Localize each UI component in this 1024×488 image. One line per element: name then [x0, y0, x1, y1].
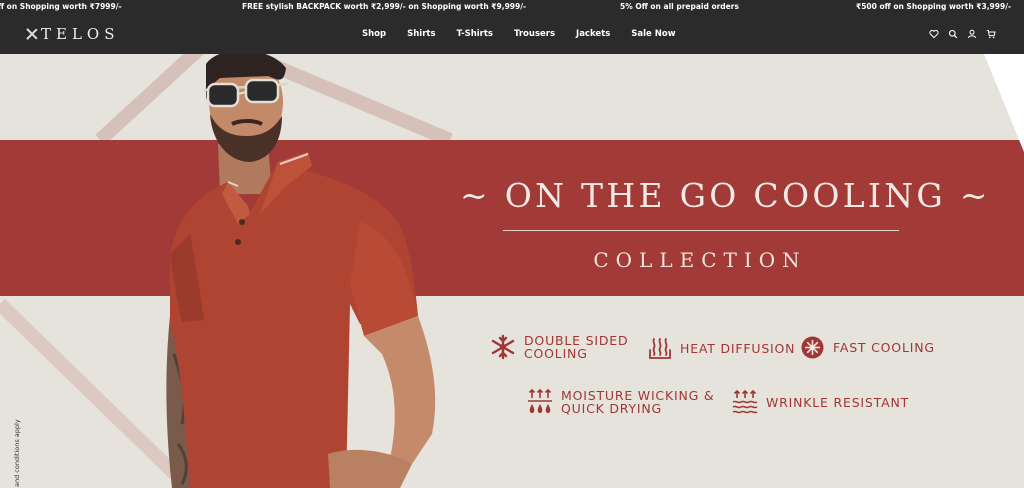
feature-label: HEAT DIFFUSION — [680, 340, 796, 356]
model-photo — [166, 54, 436, 488]
search-icon[interactable] — [948, 29, 958, 39]
heat-icon — [649, 338, 671, 359]
nav-jackets[interactable]: Jackets — [576, 29, 610, 39]
feature-label: DOUBLE SIDED COOLING — [524, 333, 629, 361]
fan-icon — [801, 336, 824, 359]
nav-trousers[interactable]: Trousers — [514, 29, 555, 39]
nav-shop[interactable]: Shop — [362, 29, 386, 39]
nav-shirts[interactable]: Shirts — [407, 29, 435, 39]
user-icon[interactable] — [967, 29, 977, 39]
nav-tshirts[interactable]: T-Shirts — [457, 29, 493, 39]
feature-label: WRINKLE RESISTANT — [766, 394, 910, 410]
promo-band — [0, 140, 1024, 296]
feature-heat-diffusion: HEAT DIFFUSION — [648, 336, 795, 360]
brand-logo[interactable]: TELOS — [26, 25, 120, 43]
feature-fast-cooling: FAST COOLING — [800, 335, 935, 360]
navbar: TELOS Shop Shirts T-Shirts Trousers Jack… — [0, 14, 1024, 54]
nav-icons — [929, 14, 996, 54]
feature-double-sided-cooling: DOUBLE SIDED COOLING — [490, 334, 628, 360]
terms-note: and conditions apply — [10, 419, 24, 488]
hero-subtitle: COLLECTION — [593, 248, 807, 272]
title-divider — [503, 230, 899, 231]
announcement-text: ff on Shopping worth ₹7999/- — [0, 2, 122, 11]
droplets-icon — [528, 388, 552, 413]
announcement-text: ₹500 off on Shopping worth ₹3,999/- — [856, 2, 1012, 11]
hero-banner[interactable]: ~ ON THE GO COOLING ~ COLLECTION DOUBLE … — [0, 54, 1024, 488]
brand-name: TELOS — [41, 25, 120, 43]
cart-icon[interactable] — [986, 29, 996, 39]
feature-label: FAST COOLING — [833, 340, 935, 355]
heart-icon[interactable] — [929, 29, 939, 39]
hero-title: ~ ON THE GO COOLING ~ — [460, 176, 991, 215]
feature-wrinkle-resistant: WRINKLE RESISTANT — [732, 389, 909, 415]
snowflake-icon — [491, 334, 515, 360]
terms-text: and conditions apply — [13, 419, 21, 487]
feature-moisture-wicking: MOISTURE WICKING & QUICK DRYING — [527, 388, 714, 416]
main-nav: Shop Shirts T-Shirts Trousers Jackets Sa… — [362, 14, 697, 54]
nav-sale-now[interactable]: Sale Now — [631, 29, 675, 39]
feature-label: MOISTURE WICKING & QUICK DRYING — [561, 388, 715, 416]
white-wedge — [984, 54, 1024, 152]
announcement-bar: ff on Shopping worth ₹7999/- FREE stylis… — [0, 0, 1024, 14]
waves-icon — [732, 389, 758, 414]
logo-x-icon — [26, 28, 38, 40]
announcement-text: 5% Off on all prepaid orders — [620, 2, 739, 11]
announcement-text: FREE stylish BACKPACK worth ₹2,999/- on … — [242, 2, 527, 11]
